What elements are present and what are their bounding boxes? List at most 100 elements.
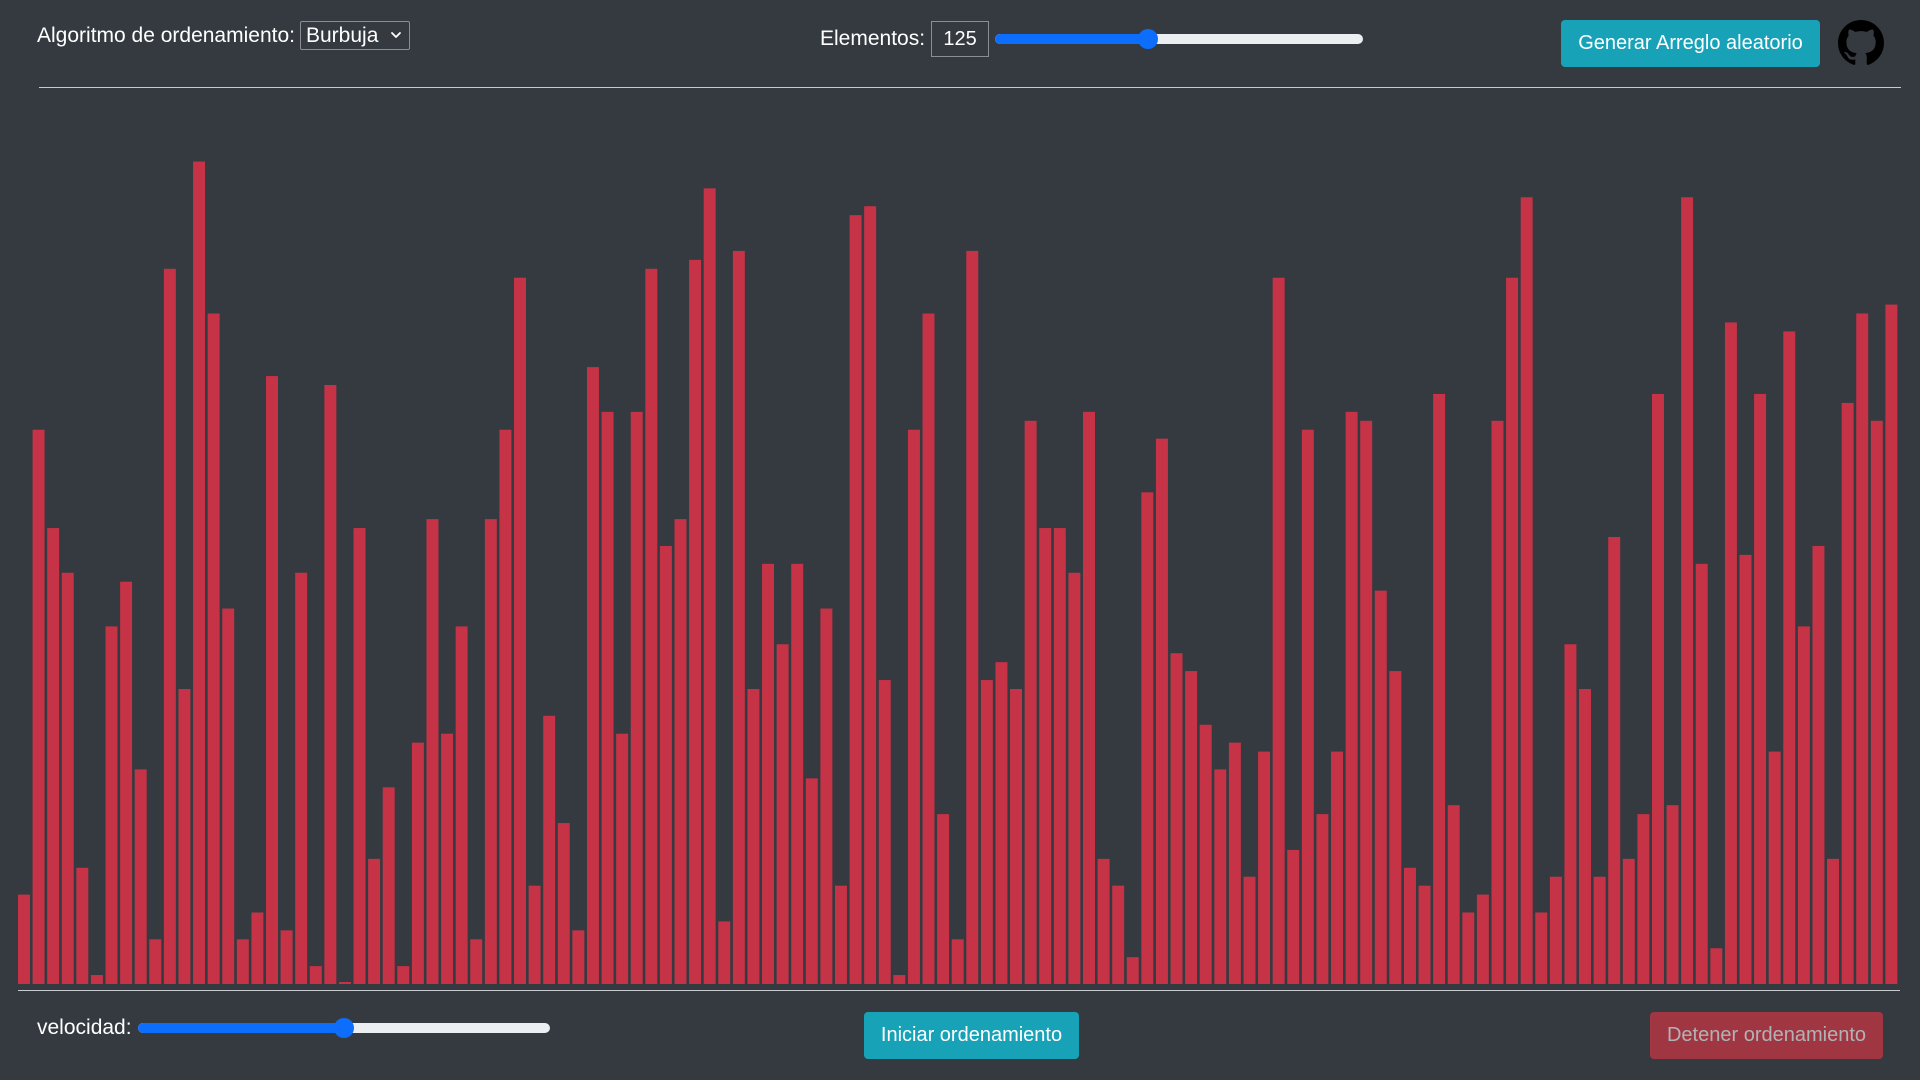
array-bar	[163, 268, 176, 984]
array-bar	[689, 259, 702, 984]
array-bar	[1141, 492, 1154, 984]
speed-control-group: velocidad:	[37, 1016, 550, 1040]
elements-slider-track	[995, 34, 1364, 44]
elements-slider-thumb[interactable]	[1137, 29, 1158, 49]
array-bar	[1097, 858, 1110, 984]
bars-svg	[18, 161, 1898, 984]
array-bar	[1739, 554, 1752, 984]
array-bar	[1797, 626, 1810, 984]
array-bar	[1258, 751, 1271, 984]
array-bar	[1024, 420, 1037, 984]
array-bar	[1651, 393, 1664, 984]
array-bar	[1870, 420, 1883, 984]
array-bar	[674, 519, 687, 984]
array-bar	[659, 545, 672, 984]
array-bar	[966, 250, 979, 984]
algorithm-selected-value: Burbuja	[305, 23, 379, 47]
array-bar	[1622, 858, 1635, 984]
array-bar	[222, 608, 235, 984]
array-bar	[1112, 885, 1125, 984]
array-bar	[470, 939, 483, 984]
array-bar	[630, 411, 643, 984]
array-bar	[266, 376, 278, 984]
algorithm-label: Algoritmo de ordenamiento:	[37, 23, 295, 47]
elements-count-field[interactable]: 125	[931, 21, 990, 57]
array-bar	[922, 313, 935, 984]
array-bar	[76, 867, 89, 984]
array-bar	[1374, 590, 1387, 984]
array-bar	[849, 215, 862, 984]
array-bar	[1593, 876, 1606, 984]
array-bar	[616, 733, 629, 984]
array-bar	[324, 385, 337, 984]
speed-slider[interactable]	[137, 1018, 550, 1038]
array-bar	[1316, 814, 1329, 984]
elements-slider[interactable]	[995, 29, 1364, 49]
algorithm-select[interactable]: Burbuja	[299, 21, 410, 50]
array-bar	[18, 894, 30, 984]
array-bar	[411, 742, 424, 984]
array-bar	[1666, 805, 1679, 984]
array-bar	[1827, 858, 1840, 984]
array-bar	[1768, 751, 1781, 984]
generate-random-array-button[interactable]: Generar Arreglo aleatorio	[1561, 20, 1820, 67]
array-bar	[426, 519, 439, 984]
array-bar	[295, 572, 308, 984]
algorithm-selector-group: Algoritmo de ordenamiento: Burbuja	[37, 21, 410, 50]
array-bar	[951, 939, 964, 984]
array-bar	[251, 912, 264, 984]
array-bar	[586, 367, 599, 984]
array-bar	[776, 644, 789, 984]
array-bar	[1462, 912, 1475, 984]
array-bar	[995, 662, 1008, 984]
github-icon[interactable]	[1838, 20, 1884, 66]
array-bar	[61, 572, 74, 984]
array-bar	[368, 858, 381, 984]
array-bar	[820, 608, 833, 984]
array-bar	[1476, 894, 1489, 984]
array-bar	[1068, 572, 1081, 984]
array-bar	[557, 823, 570, 984]
array-bar	[893, 975, 906, 984]
array-bar	[178, 688, 191, 984]
array-bar	[1506, 277, 1519, 984]
array-bar	[1754, 393, 1767, 984]
array-bar	[193, 161, 206, 984]
bottom-divider	[18, 990, 1900, 991]
array-bar	[1724, 322, 1737, 984]
array-bar	[105, 626, 118, 984]
array-bar	[878, 680, 891, 984]
array-bar	[1360, 420, 1373, 984]
array-bar	[1331, 751, 1343, 984]
array-bar	[864, 206, 877, 984]
array-bar	[149, 939, 162, 984]
array-bar	[1345, 411, 1358, 984]
array-bar	[236, 939, 249, 984]
array-bar	[90, 975, 103, 984]
array-bar	[338, 982, 351, 984]
array-bar	[120, 581, 133, 984]
array-bar	[280, 930, 293, 984]
array-bar	[1243, 876, 1256, 984]
array-bar	[1549, 876, 1562, 984]
array-bars-chart	[18, 90, 1900, 984]
array-bar	[353, 528, 366, 984]
stop-sorting-button[interactable]: Detener ordenamiento	[1650, 1012, 1883, 1059]
array-bar	[382, 787, 395, 984]
array-bar	[1608, 537, 1621, 984]
array-bar	[543, 715, 556, 984]
array-bar	[1564, 644, 1577, 984]
array-bar	[718, 921, 731, 984]
array-bar	[703, 188, 716, 984]
elements-label: Elementos:	[820, 27, 926, 50]
array-bar	[134, 769, 147, 984]
speed-slider-thumb[interactable]	[333, 1018, 354, 1038]
array-bar	[1812, 545, 1825, 984]
array-bar	[732, 250, 745, 984]
array-bar	[1447, 805, 1460, 984]
array-bar	[441, 733, 454, 984]
array-bar	[1053, 528, 1066, 984]
array-bar	[1520, 197, 1533, 984]
start-sorting-button[interactable]: Iniciar ordenamiento	[864, 1012, 1079, 1059]
speed-slider-fill	[137, 1023, 344, 1033]
